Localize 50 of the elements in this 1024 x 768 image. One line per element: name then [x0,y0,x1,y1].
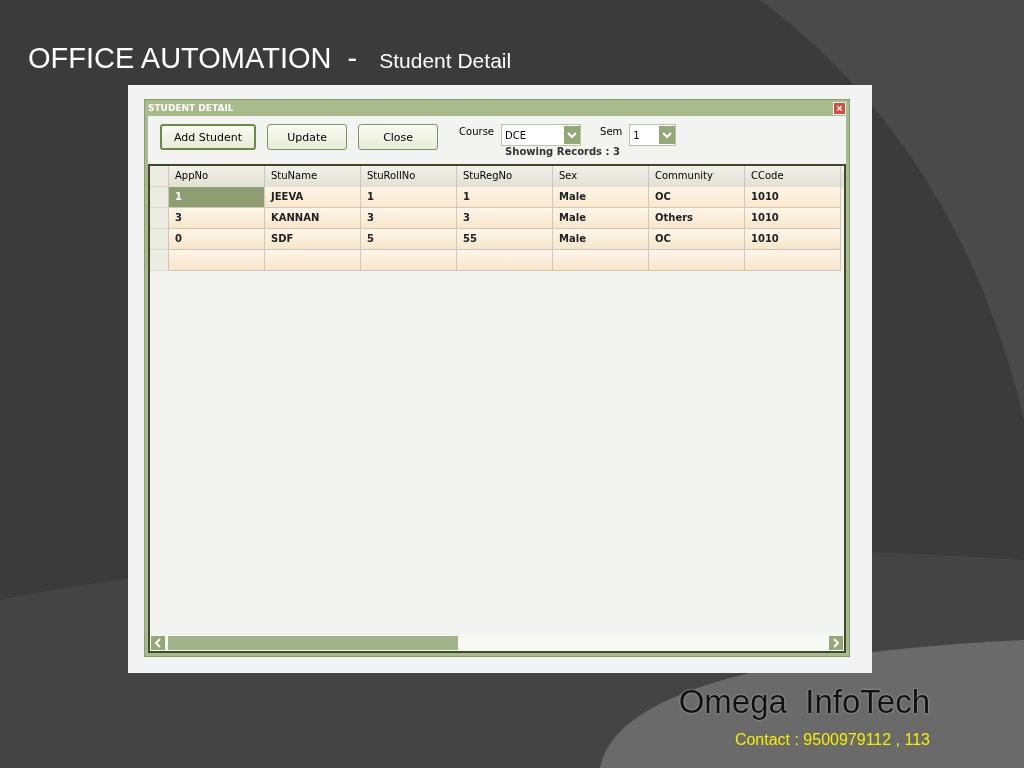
row-header[interactable] [150,250,169,271]
brand-name: Omega InfoTech [678,683,930,721]
table-cell[interactable]: Others [649,208,745,229]
new-row-cell[interactable] [169,250,265,271]
table-cell[interactable]: 1 [361,187,457,208]
new-row-cell[interactable] [745,250,841,271]
table-cell[interactable]: 3 [457,208,553,229]
record-count: Showing Records : 3 [505,146,621,157]
new-row-cell[interactable] [457,250,553,271]
new-row-cell[interactable] [553,250,649,271]
slide-subtitle: Student Detail [379,49,512,73]
table-cell[interactable]: JEEVA [265,187,361,208]
table-cell[interactable]: OC [649,229,745,250]
window-title: STUDENT DETAIL [148,103,234,113]
filter-label: Course [459,125,495,137]
dropdown-field[interactable]: DCE [501,124,582,146]
slide-title: OFFICE AUTOMATION - [28,42,358,75]
toolbar-button[interactable]: Close [358,124,439,150]
table-cell[interactable]: Male [553,229,649,250]
table-cell[interactable]: 3 [169,208,265,229]
close-button[interactable]: × [833,101,846,115]
row-header[interactable] [150,229,169,250]
table-cell[interactable]: 5 [361,229,457,250]
table-cell[interactable]: 1010 [745,208,841,229]
dropdown-field[interactable]: 1 [629,124,677,146]
table-cell[interactable]: 0 [169,229,265,250]
toolbar-button[interactable]: Update [267,124,348,150]
row-header[interactable] [150,187,169,208]
row-header[interactable] [150,208,169,229]
new-row-cell[interactable] [649,250,745,271]
scroll-left-icon[interactable] [151,636,165,650]
table-cell[interactable]: KANNAN [265,208,361,229]
scroll-right-icon[interactable] [829,636,843,650]
table-cell[interactable]: 55 [457,229,553,250]
contact-text: Contact : 9500979112 , 113 [734,731,930,749]
table-cell[interactable]: 1 [457,187,553,208]
table-cell[interactable]: 1010 [745,187,841,208]
table-cell[interactable]: Male [553,187,649,208]
horizontal-scrollbar[interactable] [150,635,844,651]
table-cell[interactable]: Male [553,208,649,229]
table-cell[interactable]: 3 [361,208,457,229]
new-row-cell[interactable] [265,250,361,271]
row-header [150,166,169,187]
scrollbar-thumb[interactable] [168,636,458,650]
new-row-cell[interactable] [361,250,457,271]
table-cell[interactable]: OC [649,187,745,208]
toolbar-button[interactable]: Add Student [160,124,257,150]
table-cell[interactable]: 1010 [745,229,841,250]
table-cell[interactable]: SDF [265,229,361,250]
filter-label: Sem [600,125,623,137]
